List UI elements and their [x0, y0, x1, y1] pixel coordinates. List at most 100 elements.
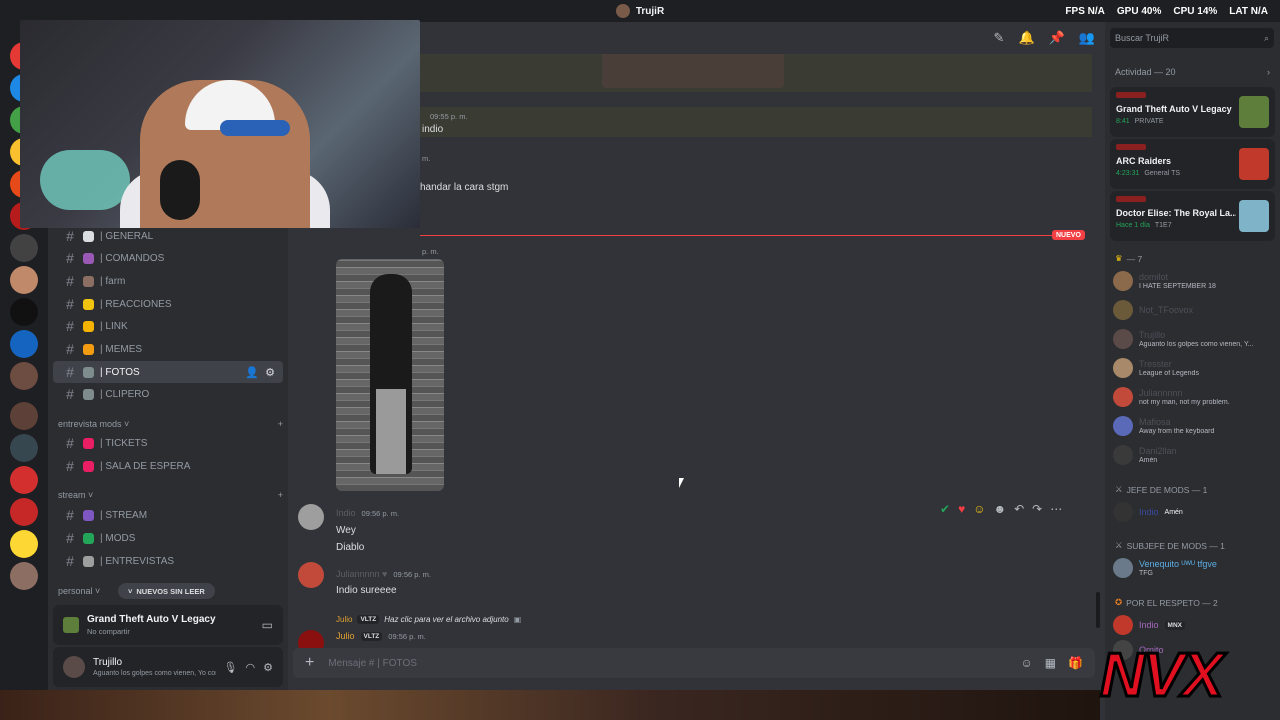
server-icon[interactable] — [10, 330, 38, 358]
settings-gear-icon[interactable]: ⚙ — [265, 366, 275, 379]
hash-icon: # — [66, 364, 74, 380]
role-group-header: ✪ POR EL RESPETO — 2 — [1115, 597, 1218, 608]
avatar — [1113, 329, 1133, 349]
bell-icon[interactable]: 🔔 — [1018, 30, 1034, 46]
activity-panel[interactable]: Grand Theft Auto V Legacy No compartir ▭ — [53, 605, 283, 645]
message-header: Juliannnnn ♥ 09:56 p. m. — [336, 569, 431, 579]
category-entrevista-mods[interactable]: entrevista mods ˅ + — [58, 419, 283, 429]
channel-item[interactable]: # | REACCIONES — [53, 293, 283, 315]
member-item[interactable]: domilot I HATE SEPTEMBER 18 — [1113, 268, 1273, 294]
channel-item[interactable]: # | SALA DE ESPERA — [53, 455, 283, 477]
message-composer[interactable]: + Mensaje # | FOTOS ☺ ▦ 🎁 — [293, 648, 1095, 678]
swords-icon: ⚔ — [1115, 484, 1123, 494]
emoji-icon[interactable]: ☺ — [1020, 656, 1032, 670]
forward-icon[interactable]: ↷ — [1032, 502, 1042, 516]
message-author[interactable]: Juliannnnn ♥ — [336, 569, 387, 579]
hash-icon: # — [66, 386, 74, 402]
avatar — [1113, 387, 1133, 407]
apps-icon[interactable]: ▦ — [1045, 656, 1056, 670]
message-header: Indio 09:56 p. m. — [336, 508, 400, 518]
members-icon[interactable]: 👥 — [1079, 30, 1095, 46]
chevron-down-icon: ˅ — [128, 586, 133, 596]
activity-card[interactable]: Doctor Elise: The Royal La... Hace 1 día T… — [1110, 191, 1275, 241]
channel-item[interactable]: # | MODS — [53, 527, 283, 549]
server-icon[interactable] — [10, 402, 38, 430]
channel-item[interactable]: # | MEMES — [53, 338, 283, 360]
add-channel-icon[interactable]: + — [278, 490, 283, 500]
invite-icon[interactable]: 👤 — [245, 366, 259, 379]
channel-item[interactable]: # | STREAM — [53, 504, 283, 526]
role-group-header: ♛ — 7 — [1115, 253, 1143, 264]
check-reaction-icon[interactable]: ✔ — [940, 502, 950, 516]
channel-item[interactable]: # | COMANDOS — [53, 247, 283, 269]
crown-icon: ♛ — [1115, 253, 1123, 263]
hash-icon: # — [66, 296, 74, 312]
avatar[interactable] — [298, 504, 324, 530]
channel-emoji-icon — [83, 532, 94, 544]
game-thumbnail — [1239, 96, 1269, 128]
channel-item[interactable]: # | CLIPERO — [53, 383, 283, 405]
add-channel-icon[interactable]: + — [278, 419, 283, 429]
member-item[interactable]: Not_TFoovox — [1113, 297, 1273, 323]
laugh-reaction-icon[interactable]: ☺ — [973, 502, 985, 516]
member-item[interactable]: Indio Amén — [1113, 499, 1273, 525]
activity-card[interactable]: Grand Theft Auto V Legacy 8:41 PRIVATE — [1110, 87, 1275, 137]
scrollbar[interactable] — [1096, 592, 1100, 628]
member-item[interactable]: Indio MNX — [1113, 612, 1273, 638]
hash-icon: # — [66, 530, 74, 546]
server-icon[interactable] — [10, 266, 38, 294]
member-item[interactable]: Trujillo Aguanto los golpes como vienen, … — [1113, 326, 1273, 352]
nvx-logo: NVX — [1099, 640, 1225, 712]
avatar — [1113, 300, 1133, 320]
member-item[interactable]: Dani2llan Amén — [1113, 442, 1273, 468]
activity-card[interactable]: ARC Raiders 4:23:31 General TS — [1110, 139, 1275, 189]
avatar[interactable] — [298, 562, 324, 588]
message-image[interactable] — [602, 54, 784, 88]
member-item[interactable]: Venequito ᵁᵂᵁ tfgve TFG — [1113, 555, 1273, 581]
avatar[interactable] — [63, 656, 85, 678]
activity-header[interactable]: Actividad — 20 › — [1115, 67, 1270, 77]
channel-item[interactable]: # | TICKETS — [53, 432, 283, 454]
server-icon[interactable] — [10, 298, 38, 326]
hash-icon: # — [66, 250, 74, 266]
settings-gear-icon[interactable]: ⚙ — [263, 661, 273, 674]
threads-icon[interactable]: ✎ — [994, 30, 1005, 46]
new-unread-badge[interactable]: ˅ NUEVOS SIN LEER — [118, 583, 215, 599]
microphone-icon[interactable]: 🎙 — [224, 661, 238, 674]
server-icon[interactable] — [10, 562, 38, 590]
member-item[interactable]: Juliannnnn not my man, not my problem. — [1113, 384, 1273, 410]
server-icon[interactable] — [10, 434, 38, 462]
search-input[interactable]: Buscar TrujiR ⌕ — [1110, 28, 1274, 48]
reply-preview[interactable]: Julio VLTZ Haz clic para ver el archivo … — [336, 615, 521, 624]
member-item[interactable]: Tresster League of Legends — [1113, 355, 1273, 381]
add-reaction-icon[interactable]: ☻ — [993, 502, 1006, 516]
add-attachment-icon[interactable]: + — [305, 654, 314, 672]
channel-item[interactable]: # | ENTREVISTAS — [53, 550, 283, 572]
server-icon[interactable] — [10, 498, 38, 526]
channel-item[interactable]: # | GENERAL — [53, 225, 283, 247]
channel-item[interactable]: # | FOTOS 👤 ⚙ — [53, 361, 283, 383]
server-icon[interactable] — [10, 362, 38, 390]
channel-item[interactable]: # | LINK — [53, 315, 283, 337]
new-badge: NUEVO — [1052, 230, 1085, 240]
photo-attachment[interactable] — [336, 259, 444, 491]
mouse-cursor — [679, 478, 684, 488]
category-stream[interactable]: stream ˅ + — [58, 490, 283, 500]
avatar — [1113, 358, 1133, 378]
channel-item[interactable]: # | farm — [53, 270, 283, 292]
server-icon[interactable] — [10, 466, 38, 494]
avatar — [1113, 271, 1133, 291]
more-options-icon[interactable]: ⋯ — [1050, 502, 1062, 516]
screen-share-icon[interactable]: ▭ — [262, 618, 273, 632]
reply-icon[interactable]: ↶ — [1014, 502, 1024, 516]
channel-emoji-icon — [83, 509, 94, 521]
pin-icon[interactable]: 📌 — [1049, 30, 1065, 46]
server-icon[interactable] — [10, 530, 38, 558]
heart-reaction-icon[interactable]: ♥ — [958, 502, 965, 516]
role-group-header: ⚔ SUBJEFE DE MODS — 1 — [1115, 540, 1225, 551]
member-item[interactable]: Mafiosa Away from the keyboard — [1113, 413, 1273, 439]
gift-icon[interactable]: 🎁 — [1068, 656, 1083, 670]
server-icon[interactable] — [10, 234, 38, 262]
headphones-icon[interactable]: ◠ — [246, 661, 256, 674]
message-author[interactable]: Indio — [336, 508, 356, 518]
